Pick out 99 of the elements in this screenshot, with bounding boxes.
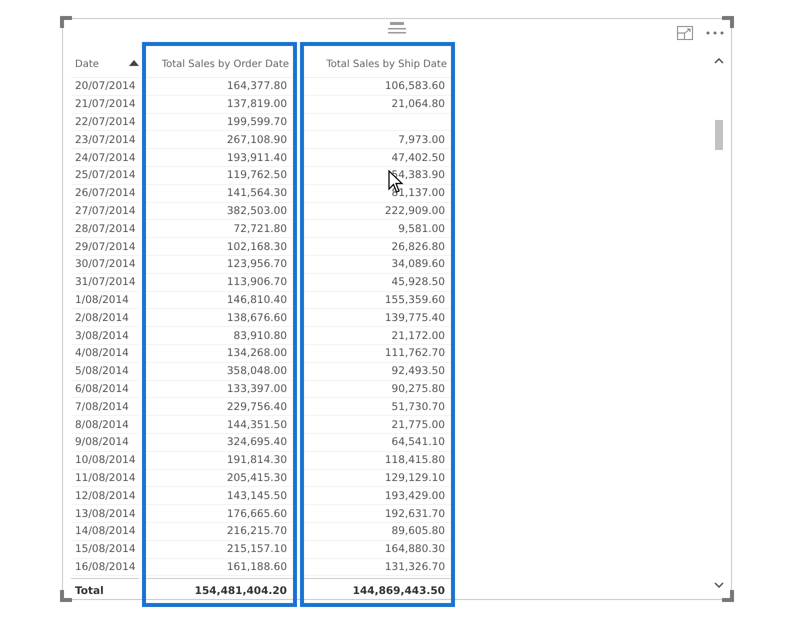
scroll-up-icon[interactable] xyxy=(714,58,724,64)
table-cell: 129,129.10 xyxy=(384,472,445,484)
table-cell: 191,814.30 xyxy=(226,454,287,466)
corner-handle[interactable] xyxy=(60,590,72,602)
table-cell-text: 31/07/2014 xyxy=(74,276,136,288)
table-cell-text: 28/07/2014 xyxy=(74,222,136,235)
table-cell: 119,762.50 xyxy=(226,169,287,182)
table-cell: 146,810.40 xyxy=(226,294,287,306)
column-header[interactable]: Date xyxy=(71,46,139,72)
table-cell: 123,956.70 xyxy=(226,258,287,270)
table-cell-text: 8/08/2014 xyxy=(74,418,129,431)
table-cell: 193,429.00 xyxy=(384,490,445,502)
table-cell: 26,826.80 xyxy=(392,240,445,253)
table-cell-text: 2/08/2014 xyxy=(74,312,129,324)
table-cell: 133,397.00 xyxy=(226,382,287,395)
table-cell-text: 1/08/2014 xyxy=(74,294,129,306)
table-cell-text: 4/08/2014 xyxy=(74,347,129,360)
total-cell-text: Total xyxy=(74,585,104,598)
table-cell: 137,819.00 xyxy=(226,98,287,110)
sort-ascending-icon[interactable] xyxy=(129,60,139,66)
table-cell: 267,108.90 xyxy=(226,134,287,146)
table-cell: 102,168.30 xyxy=(226,240,287,253)
table-cell: 324,695.40 xyxy=(226,436,287,448)
table-cell-text: 11/08/2014 xyxy=(74,472,136,484)
table-cell: 144,351.50 xyxy=(226,418,287,431)
table-cell: 192,631.70 xyxy=(384,508,445,520)
table-cell-text: 5/08/2014 xyxy=(74,365,129,378)
table-cell-text: 21/07/2014 xyxy=(74,98,136,110)
table-cell: 229,756.40 xyxy=(226,400,287,413)
table-cell: 138,676.60 xyxy=(226,312,287,324)
table-cell-text: 7/08/2014 xyxy=(74,400,129,413)
table-cell: 83,910.80 xyxy=(234,330,287,342)
table-cell-text: 30/07/2014 xyxy=(74,258,136,270)
table-cell-text: 3/08/2014 xyxy=(74,330,129,342)
table-cell-text: 9/08/2014 xyxy=(74,436,129,448)
table-cell: 141,564.30 xyxy=(226,187,287,200)
table-cell: 21,775.00 xyxy=(392,418,445,431)
table-cell-text: 10/08/2014 xyxy=(74,454,136,466)
corner-handle[interactable] xyxy=(722,16,734,28)
table-cell: 9,581.00 xyxy=(398,222,445,235)
table-cell-text: 27/07/2014 xyxy=(74,204,136,217)
total-cell: 154,481,404.20 xyxy=(194,585,287,598)
table-cell: 193,911.40 xyxy=(226,152,287,164)
table-cell: 176,665.60 xyxy=(226,508,287,520)
table-cell-text: 15/08/2014 xyxy=(74,543,136,556)
table-cell: 51,730.70 xyxy=(392,400,445,413)
column-header[interactable]: Total Sales by Order Date xyxy=(146,46,293,72)
table-cell-text: 6/08/2014 xyxy=(74,382,129,395)
table-cell-text: 16/08/2014 xyxy=(74,560,136,573)
table-cell: 21,064.80 xyxy=(392,98,445,110)
table-cell: 89,605.80 xyxy=(392,525,445,538)
table-cell-text: 12/08/2014 xyxy=(74,490,136,502)
total-cell: 144,869,443.50 xyxy=(352,585,445,598)
table-cell: 155,359.60 xyxy=(384,294,445,306)
table-cell-text: 26/07/2014 xyxy=(74,187,136,200)
more-options-icon[interactable] xyxy=(706,31,724,35)
table-cell: 34,089.60 xyxy=(392,258,445,270)
focus-mode-icon[interactable] xyxy=(677,26,693,40)
table-cell: 222,909.00 xyxy=(384,204,445,217)
table-cell: 81,137.00 xyxy=(392,187,445,200)
table-cell: 47,402.50 xyxy=(392,152,445,164)
scroll-thumb[interactable] xyxy=(715,120,723,150)
table-cell: 215,157.10 xyxy=(226,543,287,556)
table-cell-text: 14/08/2014 xyxy=(74,525,136,538)
table-cell-text: 29/07/2014 xyxy=(74,240,136,253)
table-cell-text: 20/07/2014 xyxy=(74,80,136,92)
table-cell: 118,415.80 xyxy=(384,454,445,466)
table-cell: 143,145.50 xyxy=(226,490,287,502)
table-cell: 106,583.60 xyxy=(384,80,445,92)
table-cell: 358,048.00 xyxy=(226,365,287,378)
column-header[interactable]: Total Sales by Ship Date xyxy=(304,46,451,72)
table-cell-text: 23/07/2014 xyxy=(74,134,136,146)
table-cell-text: 22/07/2014 xyxy=(74,116,136,128)
table-cell-text: 13/08/2014 xyxy=(74,508,136,520)
table-cell: 216,215.70 xyxy=(226,525,287,538)
table-cell: 161,188.60 xyxy=(226,560,287,573)
table-cell: 21,172.00 xyxy=(392,330,445,342)
table-cell: 7,973.00 xyxy=(398,134,445,146)
table-cell: 111,762.70 xyxy=(384,347,445,360)
table-cell: 64,541.10 xyxy=(392,436,445,448)
table-cell: 90,275.80 xyxy=(392,382,445,395)
table-cell: 72,721.80 xyxy=(234,222,287,235)
drag-grip-icon[interactable] xyxy=(388,22,406,34)
table-cell: 205,415.30 xyxy=(226,472,287,484)
table-cell-text: 24/07/2014 xyxy=(74,152,136,164)
table-cell: 92,493.50 xyxy=(392,365,445,378)
scroll-down-icon[interactable] xyxy=(714,582,724,588)
table-cell: 199,599.70 xyxy=(226,116,287,128)
table-cell: 164,880.30 xyxy=(384,543,445,556)
table-cell: 139,775.40 xyxy=(384,312,445,324)
table-cell: 113,906.70 xyxy=(226,276,287,288)
table-cell: 131,326.70 xyxy=(384,560,445,573)
table-cell: 164,377.80 xyxy=(226,80,287,92)
table-cell: 45,928.50 xyxy=(392,276,445,288)
table-cell-text: 25/07/2014 xyxy=(74,169,136,182)
table-cell: 134,268.00 xyxy=(226,347,287,360)
corner-handle[interactable] xyxy=(60,16,72,28)
table-cell: 382,503.00 xyxy=(226,204,287,217)
corner-handle[interactable] xyxy=(722,590,734,602)
